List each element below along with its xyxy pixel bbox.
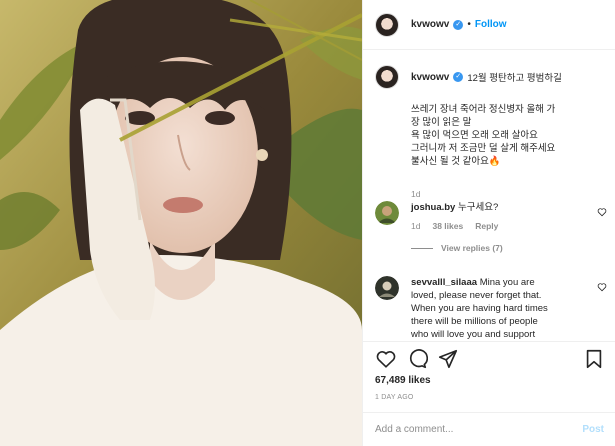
header-username[interactable]: kvwowv	[411, 19, 449, 30]
caption-body: 쓰레기 장녀 죽어라 정신병자 올해 가 장 많이 읽은 말 욕 많이 먹으면 …	[411, 103, 607, 168]
heart-icon[interactable]	[375, 348, 397, 370]
comment-text: 누구세요?	[457, 202, 499, 213]
caption-avatar[interactable]	[375, 65, 399, 89]
comment-text-line: Mina you are	[479, 277, 535, 288]
action-icons-row	[375, 348, 605, 372]
caption-line: 그러니까 저 조금만 덜 살게 해주세요	[411, 143, 556, 154]
caption-line: 불사신 될 것 같아요🔥	[411, 155, 607, 168]
caption-line-text: 불사신 될 것 같아요	[411, 156, 489, 167]
comment-body: joshua.by 누구세요?	[411, 201, 579, 214]
verified-icon: ✓	[453, 19, 464, 30]
comment-avatar[interactable]	[375, 201, 399, 225]
comment-item: joshua.by 누구세요? 1d 38 likes Reply View r…	[375, 201, 607, 253]
verified-icon: ✓	[453, 72, 464, 82]
post-side-panel: kvwowv ✓ • Follow kvwowv ✓ 12월 평탄하고 평범하길…	[362, 0, 615, 446]
comment-text-line: loved, please never forget that.	[411, 290, 542, 301]
comment-text-line: who will love you and support	[411, 329, 536, 340]
post-header: kvwowv ✓ • Follow	[363, 0, 615, 50]
post-button[interactable]: Post	[582, 424, 604, 435]
comment-username[interactable]: joshua.by	[411, 202, 455, 213]
comments-scroll-area[interactable]: kvwowv ✓ 12월 평탄하고 평범하길 쓰레기 장녀 죽어라 정신병자 올…	[363, 51, 615, 341]
caption-line: 욕 많이 먹으면 오래 오래 살아요	[411, 130, 538, 141]
comment-like-heart-icon[interactable]	[597, 207, 607, 217]
caption-line: 장 많이 읽은 말	[411, 117, 472, 128]
comment-input[interactable]	[375, 424, 583, 435]
like-count[interactable]: 67,489 likes	[375, 375, 431, 386]
comment-avatar[interactable]	[375, 276, 399, 300]
comment-composer: Post	[363, 412, 615, 446]
replies-divider	[411, 247, 433, 249]
reply-button[interactable]: Reply	[475, 221, 498, 231]
comment-timestamp[interactable]: 1d	[411, 221, 420, 231]
view-replies-label: View replies (7)	[441, 243, 503, 253]
post-caption: kvwowv ✓ 12월 평탄하고 평범하길 쓰레기 장녀 죽어라 정신병자 올…	[375, 65, 607, 199]
portrait-image	[0, 0, 362, 446]
comment-like-heart-icon[interactable]	[597, 282, 607, 292]
post-photo[interactable]	[0, 0, 362, 446]
caption-first-line: 12월 평탄하고 평범하길	[467, 73, 562, 84]
avatar[interactable]	[375, 12, 399, 37]
post-date[interactable]: 1 DAY AGO	[375, 394, 414, 401]
comment-icon[interactable]	[406, 348, 428, 370]
comment-body: sevvalll_silaaa Mina you are loved, plea…	[411, 276, 579, 341]
caption-username[interactable]: kvwowv	[411, 72, 449, 83]
separator-dot: •	[467, 19, 471, 30]
comment-item: sevvalll_silaaa Mina you are loved, plea…	[375, 276, 607, 341]
comment-text-line: When you are having hard times	[411, 303, 548, 314]
view-replies-button[interactable]: View replies (7)	[411, 243, 607, 253]
instagram-post-modal: kvwowv ✓ • Follow kvwowv ✓ 12월 평탄하고 평범하길…	[0, 0, 615, 446]
comment-meta: 1d 38 likes Reply	[411, 221, 607, 231]
follow-button[interactable]: Follow	[475, 19, 507, 30]
comment-username[interactable]: sevvalll_silaaa	[411, 277, 477, 288]
bookmark-icon[interactable]	[583, 348, 605, 370]
comment-like-count[interactable]: 38 likes	[432, 221, 463, 231]
caption-timestamp[interactable]: 1d	[411, 189, 607, 199]
fire-emoji-icon: 🔥	[488, 156, 501, 167]
post-actions: 67,489 likes 1 DAY AGO	[363, 341, 615, 412]
comment-text-line: there will be millions of people	[411, 316, 538, 327]
share-icon[interactable]	[437, 348, 459, 370]
caption-line: 쓰레기 장녀 죽어라 정신병자 올해 가	[411, 104, 556, 115]
